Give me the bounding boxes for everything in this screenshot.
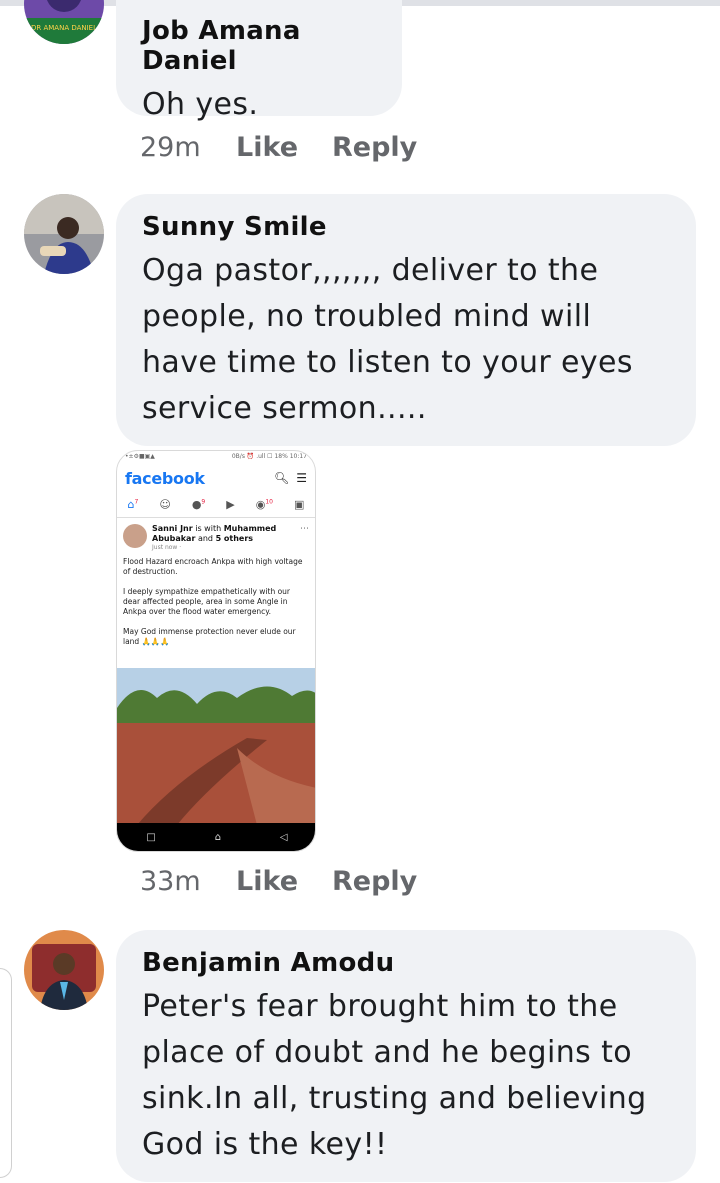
status-icons: •±⚙■▣▲: [125, 453, 155, 460]
like-button[interactable]: Like: [236, 132, 332, 163]
notifications-icon: ◉10: [255, 497, 273, 511]
avatar[interactable]: [24, 194, 104, 274]
facebook-post: Sanni Jnr is with Muhammed Abubakar and …: [117, 518, 315, 647]
status-info: 0B/s ⏰ .ull ☐ 18% 10:17: [231, 453, 307, 460]
comment-bubble[interactable]: Sunny Smile Oga pastor,,,,,,, deliver to…: [116, 194, 696, 446]
comment-time: 33m: [140, 866, 201, 897]
post-time: Just now ·: [152, 544, 182, 551]
marketplace-icon: ▣: [294, 497, 305, 511]
comment-author[interactable]: Benjamin Amodu: [142, 948, 670, 978]
comment-author[interactable]: Job Amana Daniel: [142, 16, 376, 76]
comment-bubble[interactable]: Job Amana Daniel Oh yes.: [116, 0, 402, 122]
comment-text: Peter's fear brought him to the place of…: [142, 989, 647, 1162]
side-panel-edge: [0, 968, 12, 1178]
friends-icon: ☺: [159, 497, 171, 511]
home-button-icon: ⌂: [214, 831, 222, 843]
flood-photo: [117, 668, 315, 825]
home-icon: ⌂7: [127, 497, 139, 511]
phone-status-bar: •±⚙■▣▲ 0B/s ⏰ .ull ☐ 18% 10:17: [117, 451, 315, 465]
comment-text: Oh yes.: [142, 87, 259, 122]
reply-button[interactable]: Reply: [332, 132, 417, 163]
reply-button[interactable]: Reply: [332, 866, 417, 897]
recents-icon: □: [146, 831, 156, 843]
avatar-caption: DR AMANA DANIEL: [31, 24, 97, 32]
facebook-header: facebook 🔍︎ ☰: [117, 465, 315, 491]
comment-image-attachment[interactable]: •±⚙■▣▲ 0B/s ⏰ .ull ☐ 18% 10:17 facebook …: [116, 450, 316, 852]
more-icon: ⋯: [300, 524, 309, 534]
avatar[interactable]: DR AMANA DANIEL: [24, 0, 104, 44]
post-header: Sanni Jnr is with Muhammed Abubakar and …: [152, 524, 277, 543]
groups-icon: ●9: [191, 497, 206, 511]
comment-actions: 33m Like Reply: [140, 866, 417, 897]
like-button[interactable]: Like: [236, 866, 332, 897]
watch-icon: ▶: [226, 497, 235, 511]
avatar[interactable]: [24, 930, 104, 1010]
comment-text: Oga pastor,,,,,,, deliver to the people,…: [142, 253, 633, 426]
comment-bubble[interactable]: Benjamin Amodu Peter's fear brought him …: [116, 930, 696, 1182]
phone-nav-bar: □ ⌂ ◁: [117, 823, 315, 851]
facebook-logo: facebook: [125, 468, 205, 488]
comment-author[interactable]: Sunny Smile: [142, 212, 670, 242]
post-text: Flood Hazard encroach Ankpa with high vo…: [123, 557, 303, 646]
back-icon: ◁: [279, 831, 288, 843]
comment-time: 29m: [140, 132, 201, 163]
search-icon: 🔍︎: [274, 471, 290, 485]
post-avatar: [123, 524, 147, 548]
comment-actions: 29m Like Reply: [140, 132, 417, 163]
facebook-tabs: ⌂7 ☺ ●9 ▶ ◉10 ▣: [117, 491, 315, 518]
menu-icon: ☰: [296, 471, 307, 485]
